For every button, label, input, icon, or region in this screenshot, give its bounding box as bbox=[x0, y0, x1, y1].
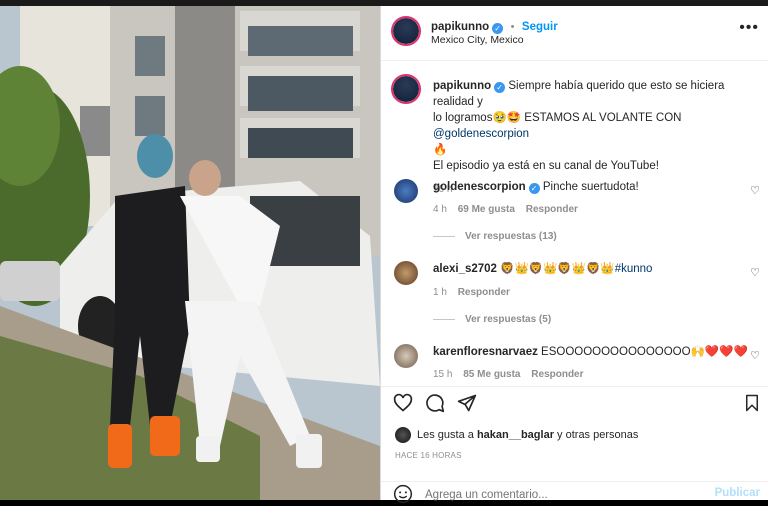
verified-icon: ✓ bbox=[492, 23, 504, 34]
comment-hashtag[interactable]: #kunno bbox=[615, 263, 653, 275]
comment-username[interactable]: alexi_s2702 bbox=[433, 263, 497, 275]
comment-item: alexi_s2702 🦁👑🦁👑🦁👑🦁👑#kunno bbox=[433, 261, 733, 277]
comment-likes[interactable]: 69 Me gusta bbox=[458, 204, 515, 215]
comment-meta: 15 h 85 Me gusta Responder bbox=[433, 369, 584, 380]
comment-time[interactable]: 4 h bbox=[433, 204, 447, 215]
verified-icon: ✓ bbox=[494, 82, 506, 93]
view-replies-button[interactable]: Ver respuestas (13) bbox=[433, 231, 557, 242]
comment-item: goldenescorpion ✓ Pinche suertudota! bbox=[433, 179, 733, 195]
save-bookmark-icon[interactable] bbox=[743, 393, 761, 413]
liker-username[interactable]: hakan__baglar bbox=[477, 429, 554, 441]
follow-button[interactable]: Seguir bbox=[522, 21, 558, 33]
comment-text: Pinche suertudota! bbox=[542, 181, 639, 193]
comment-like-heart-icon[interactable]: ♡ bbox=[750, 349, 760, 362]
action-bar: Les gusta a hakan__baglar y otras person… bbox=[381, 386, 768, 497]
caption-text-2: lo logramos🥹🤩 ESTAMOS AL VOLANTE CON bbox=[433, 112, 682, 124]
comment-text: ESOOOOOOOOOOOOOOO🙌❤️❤️❤️ bbox=[541, 346, 748, 358]
comment-username[interactable]: karenfloresnarvaez bbox=[433, 346, 538, 358]
comment-username[interactable]: goldenescorpion bbox=[433, 181, 526, 193]
post-header: papikunno ✓ • Seguir Mexico City, Mexico … bbox=[381, 6, 768, 61]
liker-avatar[interactable] bbox=[395, 427, 411, 443]
comment-avatar[interactable] bbox=[394, 344, 418, 368]
comment-time[interactable]: 1 h bbox=[433, 287, 447, 298]
caption-row-1: papikunno ✓ Siempre había querido que est… bbox=[433, 78, 763, 110]
author-avatar[interactable] bbox=[391, 16, 421, 46]
post-timestamp[interactable]: HACE 16 HORAS bbox=[395, 451, 462, 460]
comment-avatar[interactable] bbox=[394, 179, 418, 203]
more-options-icon[interactable]: ••• bbox=[739, 19, 759, 37]
separator-dot: • bbox=[510, 21, 515, 33]
comment-text: 🦁👑🦁👑🦁👑🦁👑 bbox=[500, 263, 615, 275]
replies-line bbox=[433, 318, 455, 320]
likes-prefix: Les gusta a bbox=[417, 429, 474, 441]
comment-divider bbox=[381, 481, 768, 482]
likes-suffix[interactable]: y otras personas bbox=[557, 429, 638, 441]
comment-like-heart-icon[interactable]: ♡ bbox=[750, 266, 760, 279]
view-replies-button[interactable]: Ver respuestas (5) bbox=[433, 314, 551, 325]
view-replies-label: Ver respuestas (5) bbox=[465, 314, 552, 325]
reply-button[interactable]: Responder bbox=[531, 369, 583, 380]
comment-meta: 4 h 69 Me gusta Responder bbox=[433, 204, 578, 215]
likes-summary: Les gusta a hakan__baglar y otras person… bbox=[417, 429, 638, 441]
publish-button[interactable]: Publicar bbox=[715, 487, 760, 499]
view-replies-label: Ver respuestas (13) bbox=[465, 231, 557, 242]
comment-icon[interactable] bbox=[425, 393, 445, 413]
caption-text-3: 🔥 bbox=[433, 144, 448, 156]
comment-likes[interactable]: 85 Me gusta bbox=[463, 369, 520, 380]
caption-username[interactable]: papikunno bbox=[433, 80, 491, 92]
comment-meta: 1 h Responder bbox=[433, 287, 510, 298]
caption-text-4: El episodio ya está en su canal de YouTu… bbox=[433, 160, 659, 172]
author-username[interactable]: papikunno bbox=[431, 21, 489, 33]
post-panel: papikunno ✓ • Seguir Mexico City, Mexico … bbox=[380, 6, 768, 506]
like-heart-icon[interactable] bbox=[393, 393, 413, 413]
caption-mention[interactable]: @goldenescorpion bbox=[433, 128, 529, 140]
replies-line bbox=[433, 235, 455, 237]
photo-illustration bbox=[0, 6, 380, 500]
comment-avatar[interactable] bbox=[394, 261, 418, 285]
reply-button[interactable]: Responder bbox=[458, 287, 510, 298]
caption-row-2: lo logramos🥹🤩 ESTAMOS AL VOLANTE CON @go… bbox=[433, 110, 763, 142]
share-icon[interactable] bbox=[457, 393, 477, 413]
emoji-icon[interactable] bbox=[393, 484, 413, 504]
comment-input[interactable] bbox=[423, 484, 687, 506]
verified-icon: ✓ bbox=[528, 183, 540, 194]
post-photo[interactable] bbox=[0, 6, 380, 500]
comment-item: karenfloresnarvaez ESOOOOOOOOOOOOOOO🙌❤️❤… bbox=[433, 344, 753, 360]
location-link[interactable]: Mexico City, Mexico bbox=[431, 34, 524, 46]
caption-avatar[interactable] bbox=[391, 74, 421, 104]
comment-like-heart-icon[interactable]: ♡ bbox=[750, 184, 760, 197]
comment-time[interactable]: 15 h bbox=[433, 369, 452, 380]
reply-button[interactable]: Responder bbox=[526, 204, 578, 215]
author-line: papikunno ✓ • Seguir bbox=[431, 17, 558, 35]
